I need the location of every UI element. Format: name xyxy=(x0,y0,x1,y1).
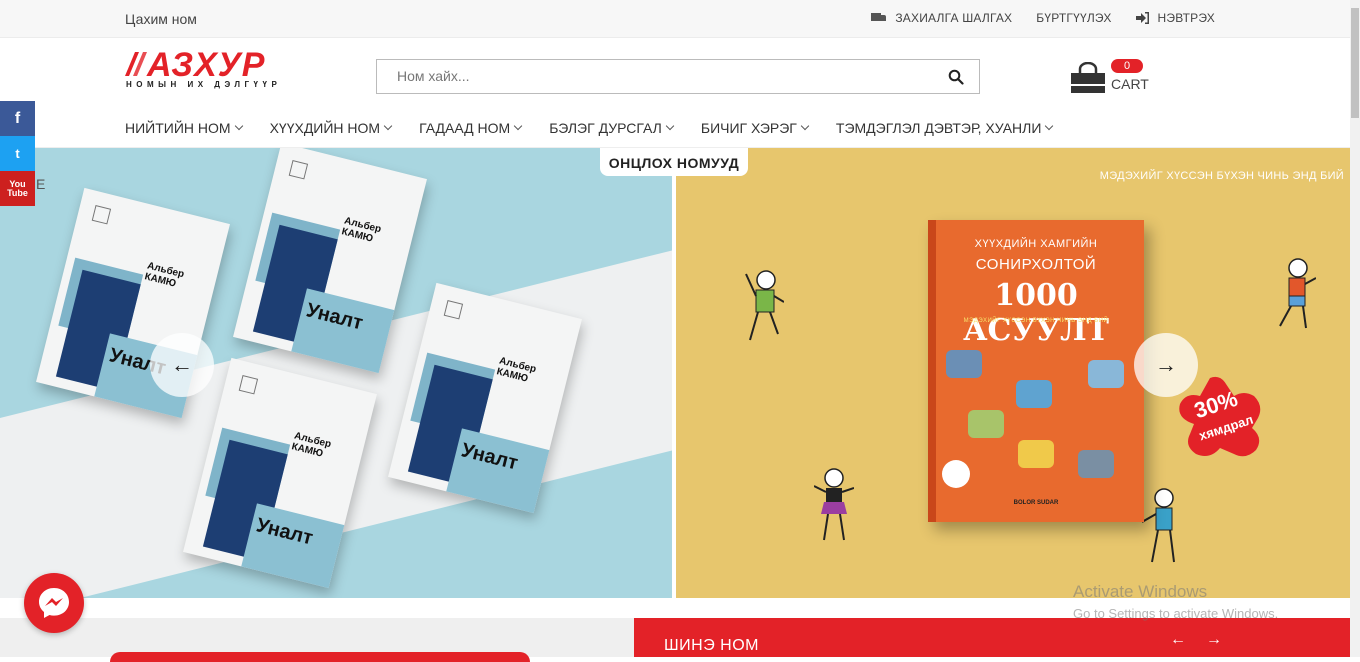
nav-label: БИЧИГ ХЭРЭГ xyxy=(700,120,797,136)
nav-item-foreign-books[interactable]: ГАДААД НОМ xyxy=(419,120,523,136)
site-logo[interactable]: АЗХУР НОМЫН ИХ ДЭЛГҮҮР xyxy=(125,46,295,94)
activate-windows-title: Activate Windows xyxy=(1073,582,1208,601)
twitter-icon: t xyxy=(15,146,20,161)
register-label: БҮРТГҮҮЛЭХ xyxy=(1036,11,1112,25)
slide-left[interactable]: E Альбер КАМЮ Уналт Альбер КАМЮ Уналт Альб… xyxy=(0,148,672,598)
top-links: ЗАХИАЛГА ШАЛГАХ БҮРТГҮҮЛЭХ НЭВТРЭХ xyxy=(871,11,1215,25)
main-nav: НИЙТИЙН НОМ ХҮҮХДИЙН НОМ ГАДААД НОМ БЭЛЭ… xyxy=(0,104,1350,148)
new-books-title: ШИНЭ НОМ xyxy=(664,637,759,654)
nav-label: ХҮҮХДИЙН НОМ xyxy=(269,120,381,136)
cart-button[interactable]: 0 CART xyxy=(1070,58,1160,98)
truck-icon xyxy=(871,12,887,24)
featured-book-line2: СОНИРХОЛТОЙ xyxy=(975,256,1097,273)
slider-prev-button[interactable]: ← xyxy=(150,333,214,397)
activate-windows-subtitle: Go to Settings to activate Windows. xyxy=(1073,606,1279,621)
puzzle-piece xyxy=(1018,440,1054,468)
youtube-button[interactable]: You Tube xyxy=(0,171,35,206)
nav-item-public-books[interactable]: НИЙТИЙН НОМ xyxy=(125,120,243,136)
cart-label: CART xyxy=(1111,76,1149,92)
cart-count-badge: 0 xyxy=(1111,59,1143,73)
chevron-down-icon xyxy=(513,121,523,131)
facebook-button[interactable]: f xyxy=(0,101,35,136)
arrow-right-icon: → xyxy=(1155,352,1177,377)
puzzle-piece xyxy=(942,460,970,488)
ebook-link[interactable]: Цахим ном xyxy=(125,11,197,27)
featured-book-line3: 1000 АСУУЛТ xyxy=(963,278,1109,348)
book-author: Альбер КАМЮ xyxy=(143,261,185,291)
social-sidebar: f t You Tube xyxy=(0,101,35,206)
shopping-bag-icon xyxy=(1071,62,1105,93)
logo-subtitle: НОМЫН ИХ ДЭЛГҮҮР xyxy=(126,80,282,89)
stick-figure-icon xyxy=(745,270,784,341)
nav-item-stationery[interactable]: БИЧИГ ХЭРЭГ xyxy=(700,120,810,136)
featured-book-publisher: BOLOR SUDAR xyxy=(1013,500,1059,506)
new-books-next-button[interactable]: → xyxy=(1206,631,1222,649)
publisher-stamp-icon xyxy=(238,375,259,395)
search-box xyxy=(376,59,980,94)
slide-left-letter: E xyxy=(36,176,46,192)
nav-item-notebooks-calendars[interactable]: ТЭМДЭГЛЭЛ ДЭВТЭР, ХУАНЛИ xyxy=(835,120,1054,136)
stick-figure-icon xyxy=(814,468,854,541)
login-label: НЭВТРЭХ xyxy=(1157,11,1215,25)
login-link[interactable]: НЭВТРЭХ xyxy=(1135,11,1215,25)
chevron-down-icon xyxy=(665,121,675,131)
messenger-icon xyxy=(39,588,69,618)
nav-label: БЭЛЭГ ДУРСГАЛ xyxy=(549,120,662,136)
chevron-down-icon xyxy=(383,121,393,131)
puzzle-piece xyxy=(968,410,1004,438)
slide-right[interactable]: МЭДЭХИЙГ ХҮССЭН БҮХЭН ЧИНЬ ЭНД БИЙ ХҮҮХД… xyxy=(676,148,1350,598)
register-link[interactable]: БҮРТГҮҮЛЭХ xyxy=(1036,11,1111,25)
new-books-header: ШИНЭ НОМ ← → xyxy=(634,618,1350,657)
featured-book-cover: ХҮҮХДИЙН ХАМГИЙН СОНИРХОЛТОЙ 1000 АСУУЛТ… xyxy=(928,220,1144,522)
publisher-stamp-icon xyxy=(443,300,464,320)
book-author: Альбер КАМЮ xyxy=(495,356,537,386)
search-icon[interactable] xyxy=(948,69,964,85)
section-header-bar xyxy=(110,652,530,662)
stick-figure-icon xyxy=(1142,488,1175,563)
publisher-stamp-icon xyxy=(288,160,309,180)
page-scrollbar[interactable] xyxy=(1350,0,1360,657)
nav-label: НИЙТИЙН НОМ xyxy=(125,120,231,136)
featured-book-line1: ХҮҮХДИЙН ХАМГИЙН xyxy=(974,238,1098,250)
puzzle-piece xyxy=(1078,450,1114,478)
puzzle-piece xyxy=(946,350,982,378)
arrow-left-icon: ← xyxy=(171,352,193,377)
nav-label: ГАДААД НОМ xyxy=(419,120,511,136)
track-order-link[interactable]: ЗАХИАЛГА ШАЛГАХ xyxy=(871,11,1012,25)
messenger-button[interactable] xyxy=(24,573,84,633)
book-author: Альбер КАМЮ xyxy=(340,216,382,246)
nav-item-children-books[interactable]: ХҮҮХДИЙН НОМ xyxy=(269,120,393,136)
search-input[interactable] xyxy=(397,68,917,84)
stick-figure-icon xyxy=(1279,258,1316,329)
chevron-down-icon xyxy=(234,121,243,131)
featured-books-tag: ОНЦЛОХ НОМУУД xyxy=(600,148,748,176)
new-books-prev-button[interactable]: ← xyxy=(1170,631,1186,649)
nav-item-gifts[interactable]: БЭЛЭГ ДУРСГАЛ xyxy=(549,120,675,136)
sign-in-icon xyxy=(1135,12,1149,24)
top-bar: Цахим ном ЗАХИАЛГА ШАЛГАХ БҮРТГҮҮЛЭХ НЭВ… xyxy=(0,0,1350,38)
twitter-button[interactable]: t xyxy=(0,136,35,171)
scrollbar-thumb[interactable] xyxy=(1351,8,1359,118)
track-order-label: ЗАХИАЛГА ШАЛГАХ xyxy=(895,11,1013,25)
puzzle-piece xyxy=(1016,380,1052,408)
puzzle-piece xyxy=(1088,360,1124,388)
hero-slider: E Альбер КАМЮ Уналт Альбер КАМЮ Уналт Альб… xyxy=(0,148,1350,598)
featured-book-line4: МЭДЭХИЙГ ХҮССЭН БҮХЭН ЧИНЬ ЭНД БИЙ xyxy=(963,318,1109,324)
publisher-stamp-icon xyxy=(91,205,112,225)
youtube-text: Tube xyxy=(7,187,28,198)
slide-tagline: МЭДЭХИЙГ ХҮССЭН БҮХЭН ЧИНЬ ЭНД БИЙ xyxy=(1099,170,1344,182)
chevron-down-icon xyxy=(800,121,810,131)
facebook-icon: f xyxy=(14,109,21,127)
header: АЗХУР НОМЫН ИХ ДЭЛГҮҮР 0 CART xyxy=(0,38,1350,104)
slider-next-button[interactable]: → xyxy=(1134,333,1198,397)
chevron-down-icon xyxy=(1045,121,1054,131)
youtube-icon: You Tube xyxy=(7,179,28,198)
nav-label: ТЭМДЭГЛЭЛ ДЭВТЭР, ХУАНЛИ xyxy=(835,120,1042,136)
book-author: Альбер КАМЮ xyxy=(290,431,332,461)
logo-mark-icon xyxy=(125,52,147,76)
